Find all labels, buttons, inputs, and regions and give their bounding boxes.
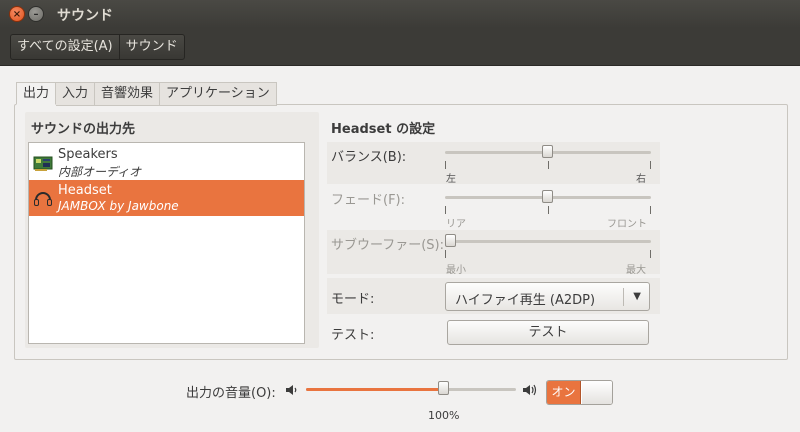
- volume-low-icon: [286, 385, 297, 395]
- output-device-list: Speakers 内部オーディオ Headset JAMBOX by Jawbo…: [28, 142, 305, 344]
- balance-tick-center: [548, 161, 549, 169]
- balance-right-label: 右: [636, 174, 646, 185]
- balance-label: バランス(B):: [331, 150, 407, 165]
- output-volume-fill: [306, 388, 443, 391]
- toolbar: すべての設定(A) サウンド: [0, 28, 800, 66]
- mode-dropdown[interactable]: ハイファイ再生 (A2DP) ▼: [445, 282, 650, 311]
- device-detail: 内部オーディオ: [58, 165, 142, 179]
- window-minimize-button[interactable]: –: [28, 6, 44, 22]
- output-devices-heading: サウンドの出力先: [31, 122, 136, 137]
- output-mute-switch[interactable]: オン: [546, 380, 613, 405]
- device-item-headset[interactable]: Headset JAMBOX by Jawbone: [29, 180, 304, 216]
- volume-high-icon: [523, 384, 537, 396]
- device-detail: JAMBOX by Jawbone: [58, 199, 179, 213]
- device-settings-heading: Headset の設定: [331, 122, 436, 137]
- subwoofer-tick-left: [445, 250, 446, 258]
- fade-right-label: フロント: [607, 219, 647, 230]
- title-bar: × – サウンド: [0, 0, 800, 28]
- balance-slider-handle[interactable]: [542, 145, 553, 158]
- subwoofer-slider-handle[interactable]: [445, 234, 456, 247]
- switch-handle[interactable]: [582, 381, 612, 404]
- subwoofer-label: サブウーファー(S):: [331, 238, 444, 253]
- fade-slider-handle[interactable]: [542, 190, 553, 203]
- device-name: Speakers: [58, 147, 118, 162]
- balance-left-label: 左: [446, 174, 456, 185]
- mode-label: モード:: [331, 292, 375, 307]
- speaker-card-icon: [33, 156, 53, 171]
- switch-on-label: オン: [547, 381, 581, 404]
- tab-bar: 出力 入力 音響効果 アプリケーション: [16, 82, 277, 106]
- mode-selected-value: ハイファイ再生 (A2DP): [455, 293, 596, 308]
- fade-label: フェード(F):: [331, 193, 406, 208]
- tab-applications[interactable]: アプリケーション: [160, 82, 277, 106]
- dropdown-separator: [623, 288, 624, 306]
- subwoofer-max-label: 最大: [626, 265, 646, 276]
- window-title: サウンド: [57, 8, 113, 24]
- breadcrumb-sound[interactable]: サウンド: [120, 35, 184, 59]
- test-button[interactable]: テスト: [447, 320, 649, 345]
- window-close-button[interactable]: ×: [9, 6, 25, 22]
- headset-icon: [34, 192, 52, 206]
- fade-tick-left: [445, 206, 446, 214]
- device-name: Headset: [58, 183, 112, 198]
- fade-left-label: リア: [446, 219, 466, 230]
- tab-sound-effects[interactable]: 音響効果: [95, 82, 161, 106]
- device-item-speakers[interactable]: Speakers 内部オーディオ: [29, 144, 304, 180]
- fade-tick-right: [650, 206, 651, 214]
- breadcrumb: すべての設定(A) サウンド: [10, 34, 185, 60]
- subwoofer-tick-right: [650, 250, 651, 258]
- fade-tick-center: [548, 206, 549, 214]
- output-volume-handle[interactable]: [437, 381, 449, 395]
- subwoofer-min-label: 最小: [446, 265, 466, 276]
- tab-output[interactable]: 出力: [16, 82, 57, 105]
- test-label: テスト:: [331, 328, 375, 343]
- output-volume-slider[interactable]: [306, 388, 516, 391]
- all-settings-button[interactable]: すべての設定(A): [11, 35, 120, 59]
- output-volume-percent: 100%: [428, 409, 460, 422]
- tab-input[interactable]: 入力: [56, 82, 96, 106]
- output-volume-label: 出力の音量(O):: [186, 386, 276, 401]
- chevron-down-icon: ▼: [633, 291, 641, 302]
- balance-tick-right: [650, 161, 651, 169]
- subwoofer-slider[interactable]: [445, 240, 651, 243]
- balance-tick-left: [445, 161, 446, 169]
